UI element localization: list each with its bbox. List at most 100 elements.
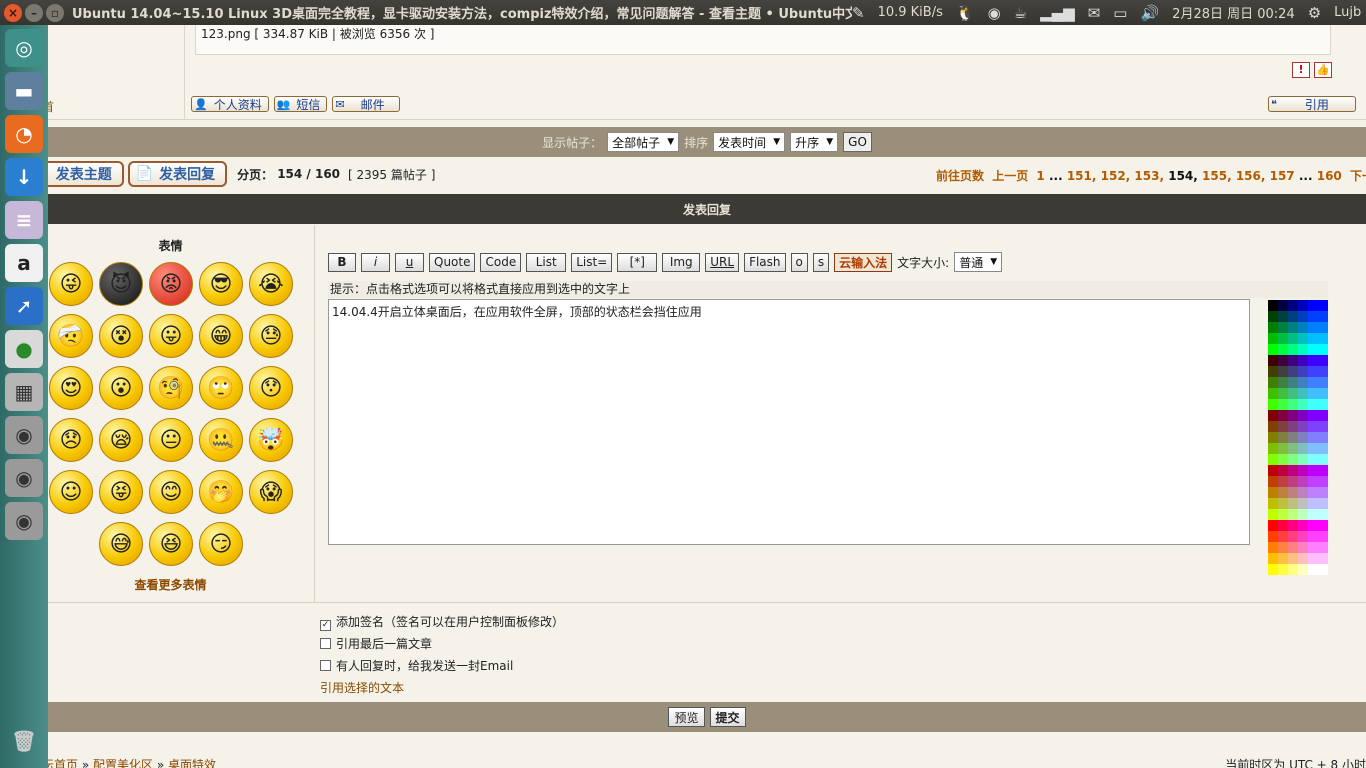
list-item-button[interactable]: [*] — [617, 252, 658, 272]
color-swatch[interactable] — [1288, 465, 1298, 476]
color-palette[interactable] — [1268, 300, 1328, 575]
color-swatch[interactable] — [1268, 399, 1278, 410]
battery-icon[interactable]: ▭ — [1113, 4, 1127, 22]
smiley-icon[interactable]: 🤯 — [249, 418, 293, 462]
go-button[interactable]: GO — [843, 132, 872, 152]
color-swatch[interactable] — [1298, 322, 1308, 333]
color-swatch[interactable] — [1308, 344, 1318, 355]
color-swatch[interactable] — [1288, 322, 1298, 333]
color-swatch[interactable] — [1318, 509, 1328, 520]
smiley-icon[interactable]: 🤭 — [199, 470, 243, 514]
trash-icon[interactable]: 🗑 — [5, 722, 43, 760]
smiley-icon[interactable]: 😝 — [99, 470, 143, 514]
dash-icon[interactable]: ◎ — [5, 29, 43, 67]
smiley-icon[interactable]: 😡 — [149, 262, 193, 306]
color-swatch[interactable] — [1278, 542, 1288, 553]
color-swatch[interactable] — [1278, 465, 1288, 476]
color-swatch[interactable] — [1278, 399, 1288, 410]
email-button[interactable]: ✉ 邮件 — [332, 96, 400, 112]
color-swatch[interactable] — [1318, 322, 1328, 333]
color-swatch[interactable] — [1298, 432, 1308, 443]
smiley-icon[interactable]: 😓 — [249, 314, 293, 358]
page-link[interactable]: 156, — [1236, 169, 1266, 183]
color-swatch[interactable] — [1278, 322, 1288, 333]
smiley-icon[interactable]: 😪 — [99, 418, 143, 462]
color-swatch[interactable] — [1278, 311, 1288, 322]
color-swatch[interactable] — [1308, 498, 1318, 509]
color-swatch[interactable] — [1298, 498, 1308, 509]
smiley-icon[interactable]: 😈 — [99, 262, 143, 306]
notify-checkbox[interactable] — [320, 660, 331, 671]
color-swatch[interactable] — [1268, 300, 1278, 311]
color-swatch[interactable] — [1308, 454, 1318, 465]
color-swatch[interactable] — [1318, 498, 1328, 509]
warn-icon[interactable]: 👍 — [1314, 62, 1332, 78]
color-swatch[interactable] — [1278, 366, 1288, 377]
color-swatch[interactable] — [1298, 333, 1308, 344]
color-swatch[interactable] — [1278, 476, 1288, 487]
color-swatch[interactable] — [1298, 300, 1308, 311]
quote-format-button[interactable]: Quote — [429, 252, 476, 272]
color-swatch[interactable] — [1288, 344, 1298, 355]
italic-button[interactable]: i — [361, 252, 390, 272]
breadcrumb-category[interactable]: 配置美化区 — [93, 758, 153, 768]
smiley-icon[interactable]: 🙄 — [199, 366, 243, 410]
prev-page-link[interactable]: 上一页 — [992, 169, 1028, 183]
color-swatch[interactable] — [1288, 388, 1298, 399]
page-link[interactable]: 160 — [1317, 169, 1342, 183]
color-swatch[interactable] — [1278, 432, 1288, 443]
report-icon[interactable]: ! — [1292, 62, 1310, 78]
color-swatch[interactable] — [1288, 333, 1298, 344]
next-page-link[interactable]: 下一页 — [1350, 169, 1366, 183]
color-swatch[interactable] — [1298, 454, 1308, 465]
firefox-icon[interactable]: ◔ — [5, 115, 43, 153]
color-swatch[interactable] — [1268, 509, 1278, 520]
color-swatch[interactable] — [1268, 344, 1278, 355]
smiley-icon[interactable]: 😮 — [99, 366, 143, 410]
chrome-icon[interactable]: ◉ — [988, 4, 1001, 22]
page-link[interactable]: 157 — [1270, 169, 1295, 183]
color-swatch[interactable] — [1268, 454, 1278, 465]
color-swatch[interactable] — [1268, 476, 1278, 487]
color-swatch[interactable] — [1288, 410, 1298, 421]
volume-icon[interactable]: 🔊 — [1140, 4, 1159, 22]
color-swatch[interactable] — [1278, 454, 1288, 465]
mail-icon[interactable]: ✉ — [1088, 4, 1101, 22]
color-swatch[interactable] — [1308, 410, 1318, 421]
color-swatch[interactable] — [1268, 410, 1278, 421]
color-swatch[interactable] — [1318, 542, 1328, 553]
quote-button[interactable]: ❝ 引用 — [1268, 96, 1356, 112]
color-swatch[interactable] — [1288, 432, 1298, 443]
color-swatch[interactable] — [1288, 300, 1298, 311]
color-swatch[interactable] — [1318, 300, 1328, 311]
color-swatch[interactable] — [1318, 355, 1328, 366]
o-button[interactable]: o — [790, 252, 808, 272]
color-swatch[interactable] — [1308, 355, 1318, 366]
img-button[interactable]: Img — [662, 252, 701, 272]
smiley-icon[interactable]: ☺ — [49, 470, 93, 514]
color-swatch[interactable] — [1278, 553, 1288, 564]
post-reply-button[interactable]: 📄 发表回复 — [127, 161, 228, 187]
page-link[interactable]: 152, — [1101, 169, 1131, 183]
color-swatch[interactable] — [1298, 344, 1308, 355]
quote-last-checkbox[interactable] — [320, 638, 331, 649]
color-swatch[interactable] — [1278, 344, 1288, 355]
page-link[interactable]: 155, — [1202, 169, 1232, 183]
smiley-icon[interactable]: 😜 — [49, 262, 93, 306]
color-swatch[interactable] — [1278, 410, 1288, 421]
underline-button[interactable]: u — [395, 252, 424, 272]
color-swatch[interactable] — [1288, 498, 1298, 509]
smiley-icon[interactable]: 😭 — [249, 262, 293, 306]
color-swatch[interactable] — [1308, 553, 1318, 564]
color-swatch[interactable] — [1308, 443, 1318, 454]
color-swatch[interactable] — [1288, 564, 1298, 575]
workspace-icon[interactable]: ▦ — [5, 373, 43, 411]
color-swatch[interactable] — [1308, 487, 1318, 498]
maximize-button[interactable]: ▫ — [46, 3, 64, 22]
color-swatch[interactable] — [1318, 487, 1328, 498]
show-posts-select[interactable]: 全部帖子 — [607, 132, 680, 152]
close-button[interactable]: × — [4, 3, 22, 22]
color-swatch[interactable] — [1278, 333, 1288, 344]
pm-button[interactable]: 👥 短信 — [273, 96, 328, 112]
color-swatch[interactable] — [1318, 553, 1328, 564]
